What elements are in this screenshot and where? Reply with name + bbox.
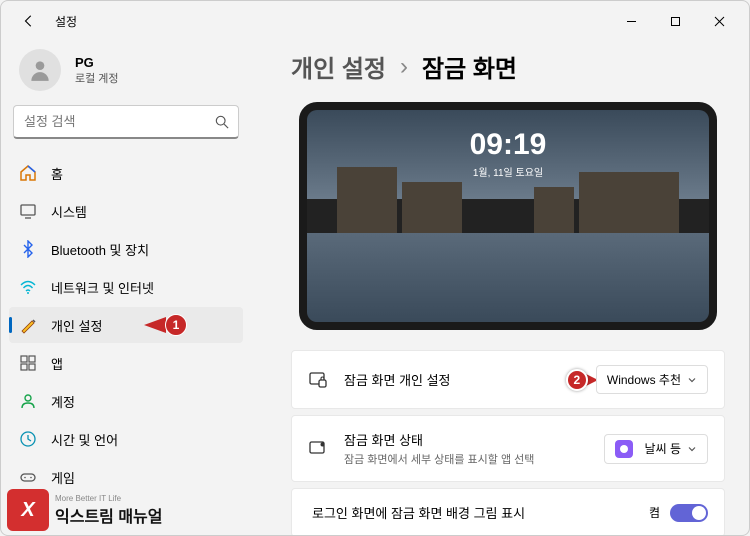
dropdown-label: 날씨 등: [645, 440, 681, 457]
nav-label: 홈: [51, 164, 63, 183]
content-area: 개인 설정 › 잠금 화면 09:19 1월, 11일 토요일 잠금 화면 개인…: [251, 41, 749, 535]
card-signin-bg[interactable]: 로그인 화면에 잠금 화면 배경 그림 표시 켬: [291, 488, 725, 535]
card-title: 잠금 화면 개인 설정: [344, 370, 451, 389]
nav-accounts[interactable]: 계정: [9, 383, 243, 419]
close[interactable]: [697, 5, 741, 37]
watermark-name: 익스트림 매뉴얼: [55, 503, 163, 527]
nav-label: 계정: [51, 392, 75, 411]
breadcrumb-sep: ›: [400, 53, 408, 81]
status-icon: [308, 439, 328, 459]
picture-lock-icon: [308, 370, 328, 390]
card-title: 잠금 화면 상태: [344, 430, 534, 449]
nav-label: 시스템: [51, 202, 87, 221]
nav-apps[interactable]: 앱: [9, 345, 243, 381]
watermark-logo: X: [7, 489, 49, 531]
toggle-label: 켬: [649, 504, 660, 521]
weather-icon: [615, 440, 633, 458]
watermark: X More Better IT Life 익스트림 매뉴얼: [7, 489, 163, 531]
status-dropdown[interactable]: 날씨 등: [604, 434, 708, 464]
card-title: 로그인 화면에 잠금 화면 배경 그림 표시: [312, 503, 525, 522]
personalize-dropdown[interactable]: Windows 추천: [596, 365, 708, 394]
nav-system[interactable]: 시스템: [9, 193, 243, 229]
breadcrumb-parent[interactable]: 개인 설정: [291, 49, 386, 84]
nav-label: 네트워크 및 인터넷: [51, 278, 154, 297]
nav-home[interactable]: 홈: [9, 155, 243, 191]
dropdown-label: Windows 추천: [607, 371, 681, 388]
watermark-slogan: More Better IT Life: [55, 494, 163, 503]
minimize-button[interactable]: [609, 5, 653, 37]
search-box[interactable]: [13, 105, 239, 139]
profile-name: PG: [75, 55, 119, 70]
breadcrumb-current: 잠금 화면: [422, 49, 517, 84]
nav-personalization[interactable]: 개인 설정 1: [9, 307, 243, 343]
bluetooth-icon: [19, 240, 37, 258]
preview-date: 1월, 11일 토요일: [307, 164, 709, 179]
nav-time-language[interactable]: 시간 및 언어: [9, 421, 243, 457]
annotation-marker-1: 1: [144, 314, 187, 336]
annotation-marker-2: 2: [566, 369, 598, 391]
nav-label: 개인 설정: [51, 316, 102, 335]
profile-account-type: 로컬 계정: [75, 70, 119, 86]
chevron-down-icon: [687, 375, 697, 385]
nav-label: 앱: [51, 354, 63, 373]
search-input[interactable]: [13, 105, 239, 139]
breadcrumb: 개인 설정 › 잠금 화면: [291, 49, 725, 84]
gamepad-icon: [19, 468, 37, 486]
signin-bg-toggle[interactable]: [670, 504, 708, 522]
paint-icon: [19, 316, 37, 334]
maximize-button[interactable]: [653, 5, 697, 37]
apps-icon: [19, 354, 37, 372]
nav-network[interactable]: 네트워크 및 인터넷: [9, 269, 243, 305]
profile-block[interactable]: PG 로컬 계정: [9, 49, 243, 105]
window-title: 설정: [55, 13, 77, 30]
card-subtitle: 잠금 화면에서 세부 상태를 표시할 앱 선택: [344, 451, 534, 467]
sidebar: PG 로컬 계정 홈 시스템 Bluetooth 및 장치 네트: [1, 41, 251, 535]
clock-lang-icon: [19, 430, 37, 448]
wifi-icon: [19, 278, 37, 296]
nav-bluetooth[interactable]: Bluetooth 및 장치: [9, 231, 243, 267]
lock-screen-preview: 09:19 1월, 11일 토요일: [299, 102, 717, 330]
card-lock-status[interactable]: 잠금 화면 상태 잠금 화면에서 세부 상태를 표시할 앱 선택 날씨 등: [291, 415, 725, 482]
search-icon: [215, 115, 229, 129]
avatar: [19, 49, 61, 91]
system-icon: [19, 202, 37, 220]
home-icon: [19, 164, 37, 182]
nav-label: 시간 및 언어: [51, 430, 118, 449]
card-lock-personalize[interactable]: 잠금 화면 개인 설정 2 Windows 추천: [291, 350, 725, 409]
nav-label: Bluetooth 및 장치: [51, 240, 149, 259]
back-button[interactable]: [17, 9, 41, 33]
account-icon: [19, 392, 37, 410]
nav-label: 게임: [51, 468, 75, 487]
preview-time: 09:19: [307, 128, 709, 162]
chevron-down-icon: [687, 444, 697, 454]
